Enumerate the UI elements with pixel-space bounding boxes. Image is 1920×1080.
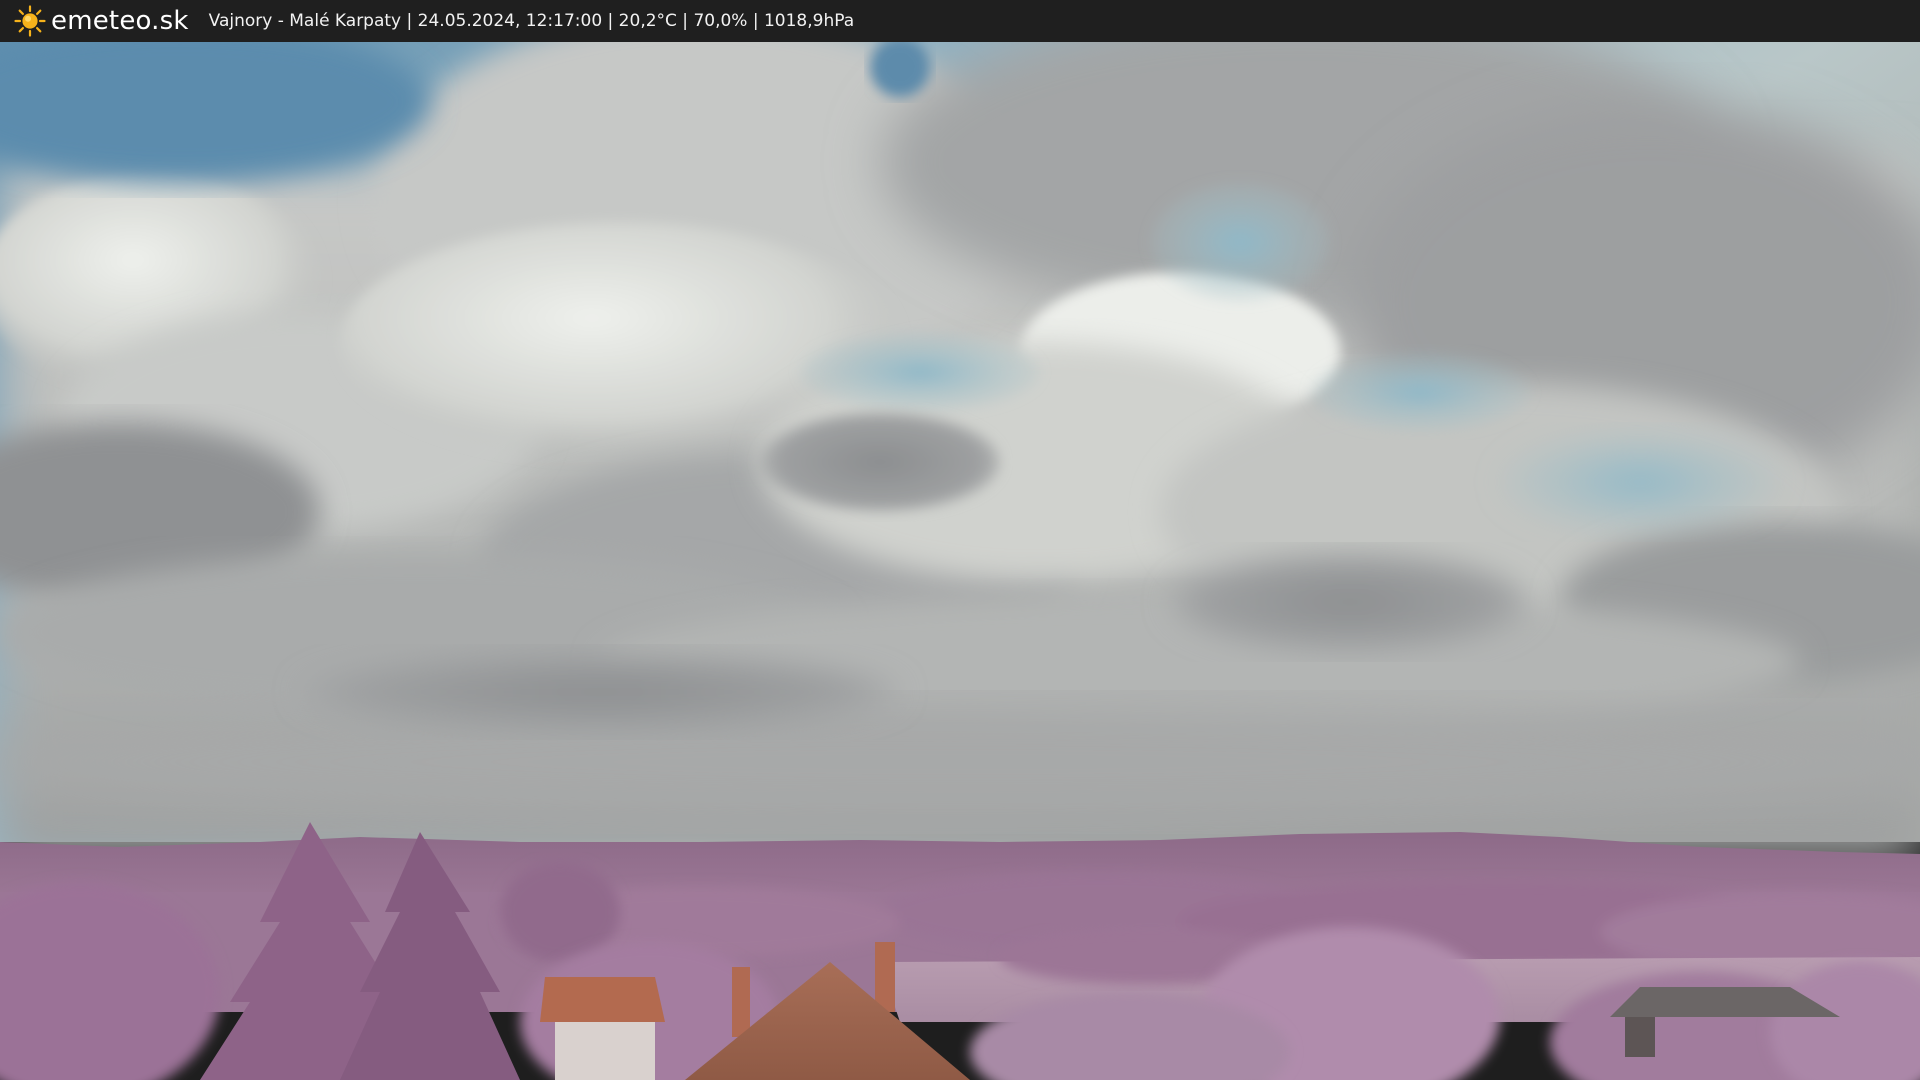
brand-name: emeteo.sk [51, 6, 189, 36]
webcam-scene [0, 42, 1920, 1080]
clouds [0, 42, 1920, 862]
webcam-frame: emeteo.sk Vajnory - Malé Karpaty | 24.05… [0, 0, 1920, 1080]
webcam-image [0, 42, 1920, 1080]
webcam-info-bar: emeteo.sk Vajnory - Malé Karpaty | 24.05… [0, 0, 1920, 42]
emeteo-logo[interactable]: emeteo.sk [14, 0, 189, 42]
weather-caption: Vajnory - Malé Karpaty | 24.05.2024, 12:… [208, 11, 855, 31]
sun-icon [14, 5, 46, 37]
